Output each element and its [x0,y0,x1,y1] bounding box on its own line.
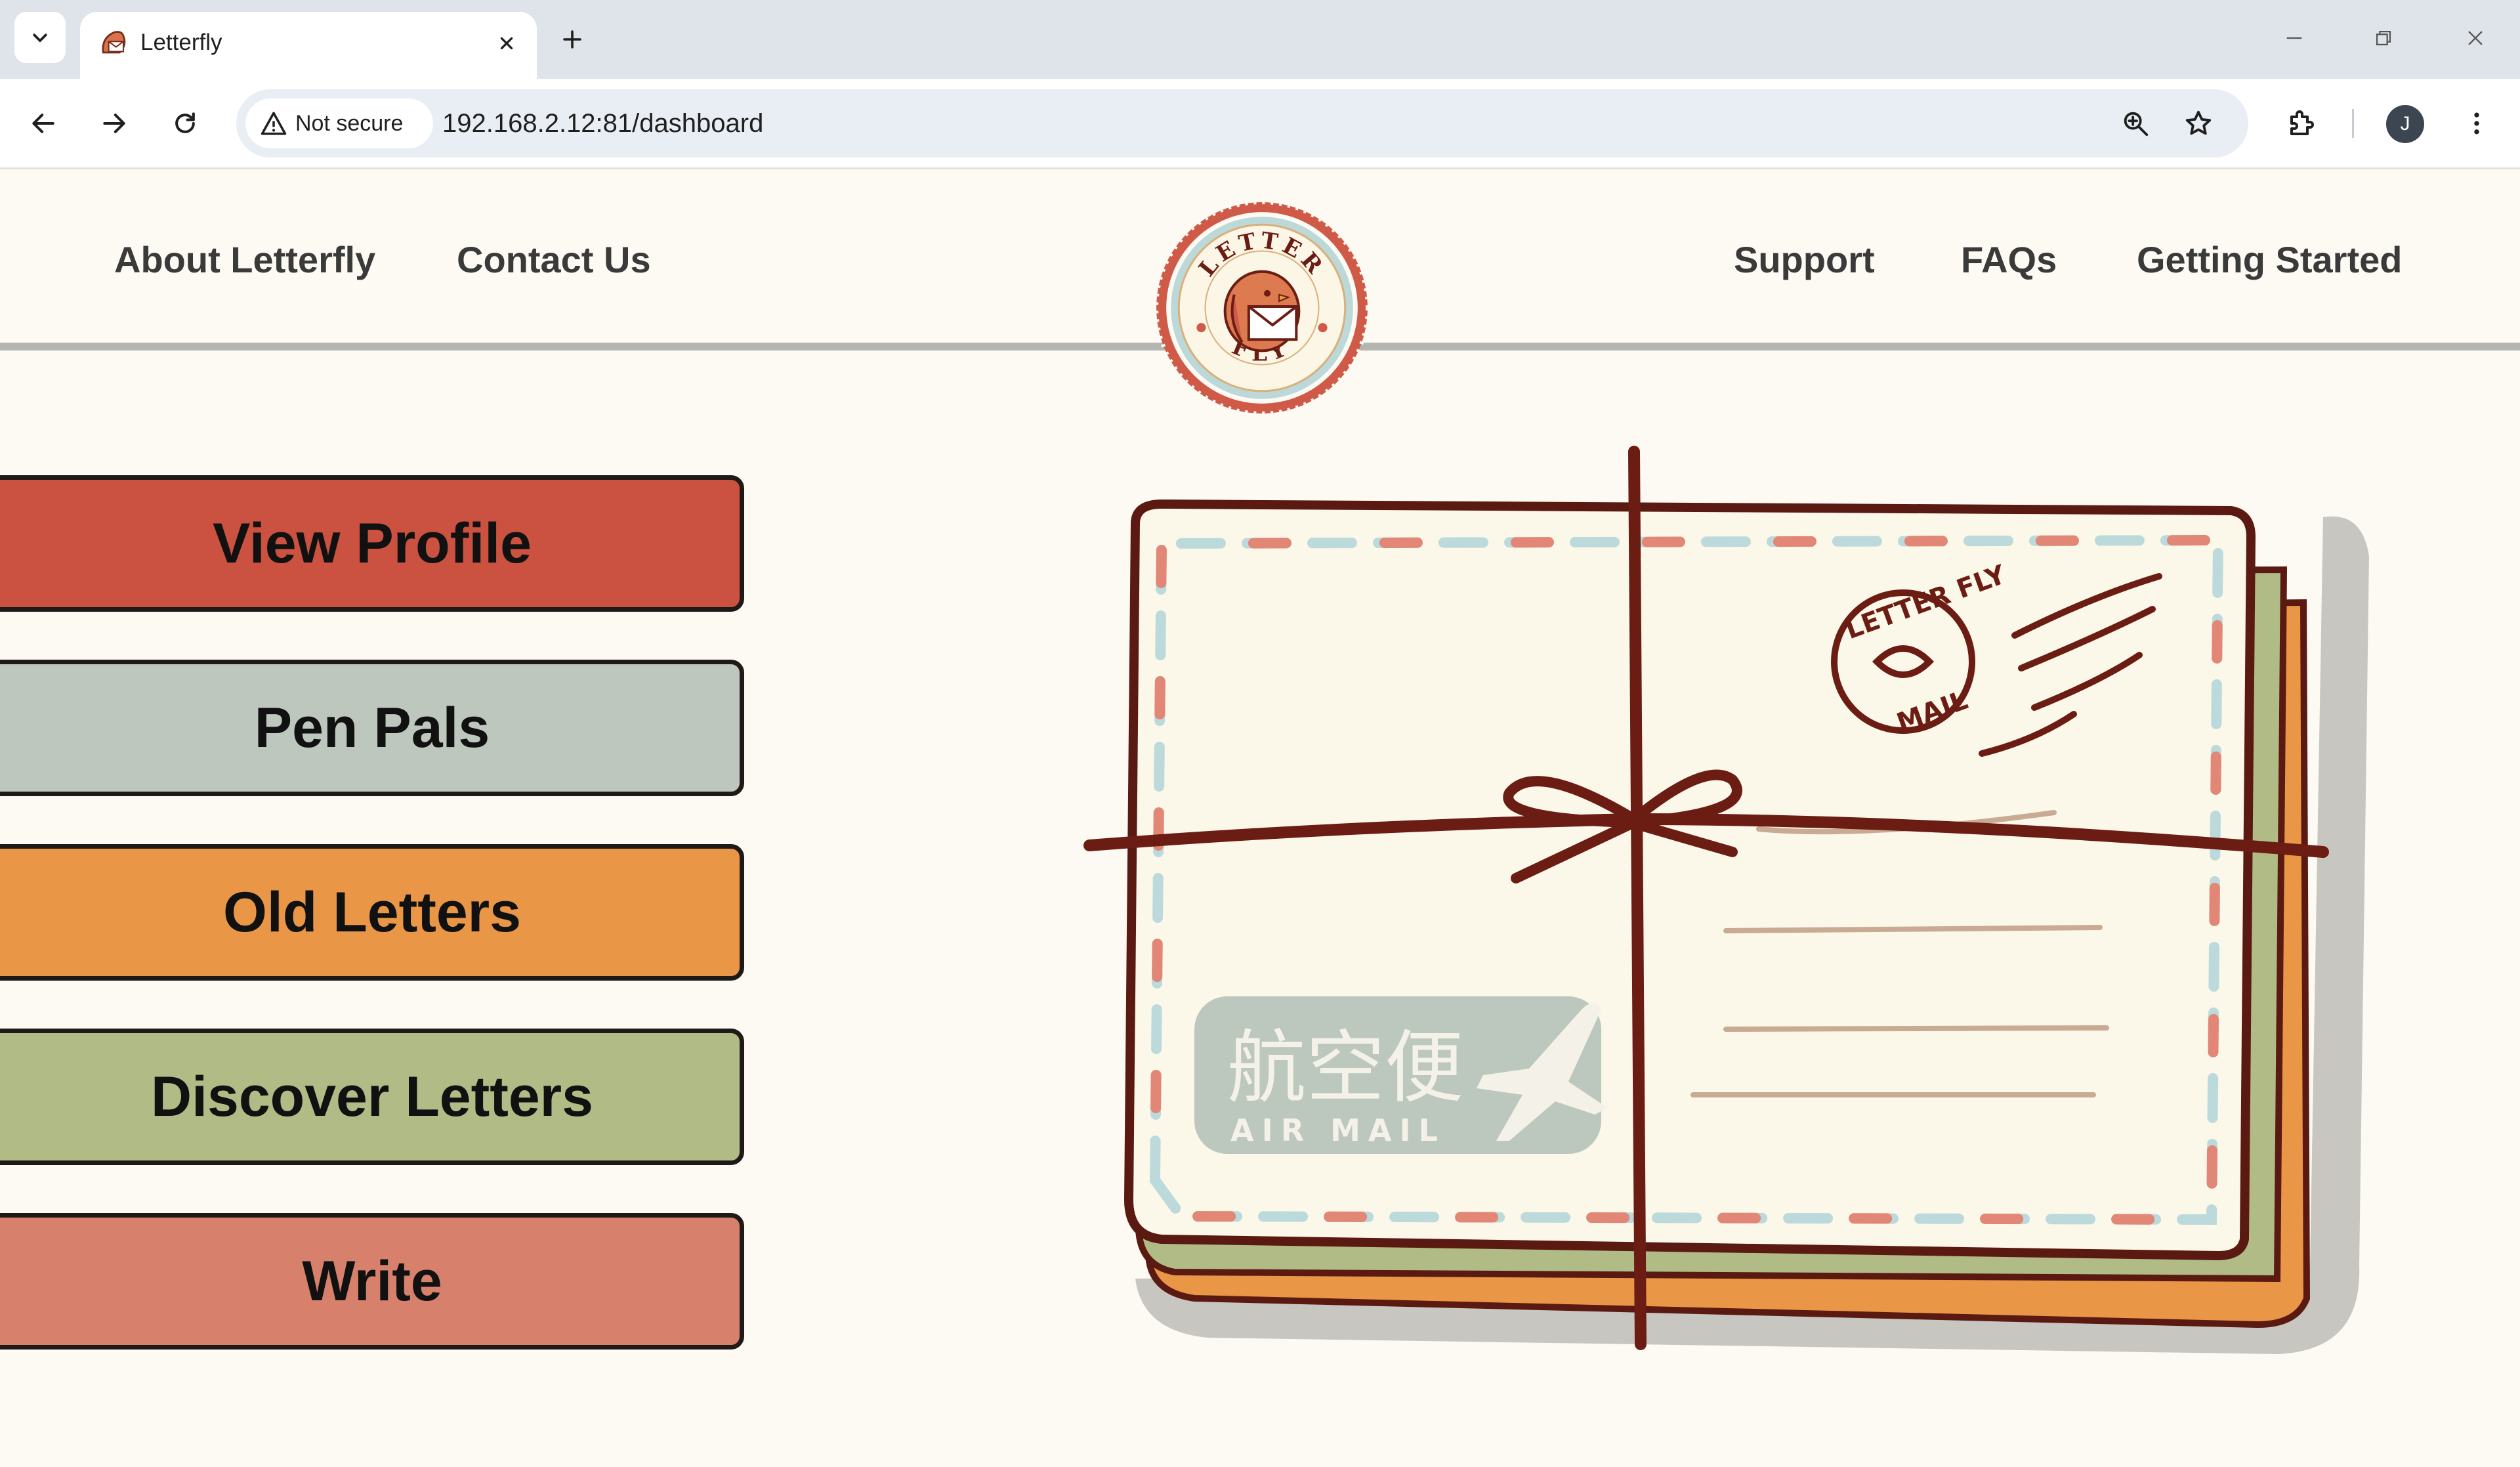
tab-close-button[interactable] [488,25,525,62]
pen-pals-button[interactable]: Pen Pals [0,660,744,796]
letters-bundle-illustration: LETTER FLY MAIL 航空便 AIR MAIL [1083,446,2369,1354]
nav-support-link[interactable]: Support [1734,234,1875,286]
browser-toolbar: Not secure 192.168.2.12:81/dashboard J [0,79,2520,169]
security-label: Not secure [295,110,404,136]
nav-faqs-link[interactable]: FAQs [1961,234,2057,286]
forward-button[interactable] [91,100,138,147]
restore-button[interactable] [2357,12,2410,64]
write-button[interactable]: Write [0,1213,744,1350]
extensions-button[interactable] [2276,98,2326,148]
restore-icon [2376,30,2391,46]
nav-about-link[interactable]: About Letterfly [114,234,375,286]
nav-contact-link[interactable]: Contact Us [457,234,651,286]
tab-title: Letterfly [140,30,222,55]
old-letters-button[interactable]: Old Letters [0,844,744,981]
bookmark-button[interactable] [2179,104,2218,143]
chevron-down-icon [33,33,47,43]
url-text[interactable]: 192.168.2.12:81/dashboard [442,106,763,140]
tab-search-button[interactable] [14,12,66,63]
minimize-icon [2286,37,2302,39]
close-window-button[interactable] [2449,12,2502,64]
nav-getting-started-link[interactable]: Getting Started [2137,234,2402,286]
address-bar[interactable]: Not secure 192.168.2.12:81/dashboard [236,89,2248,158]
letterfly-logo[interactable]: LETTER FLY [1150,196,1374,420]
zoom-button[interactable] [2116,104,2155,143]
toolbar-divider [2352,109,2354,138]
dashboard-page: About Letterfly Contact Us Support FAQs … [0,169,2520,1467]
warning-icon [261,112,287,135]
letterfly-favicon-icon [102,31,126,54]
svg-text:航空便: 航空便 [1227,1023,1463,1114]
discover-letters-button[interactable]: Discover Letters [0,1029,744,1165]
star-icon [2185,110,2212,135]
reload-icon [175,112,195,133]
back-button[interactable] [20,100,67,147]
view-profile-button[interactable]: View Profile [0,475,744,612]
close-icon [2468,31,2483,45]
arrow-right-icon [103,114,125,133]
more-vertical-icon [2474,112,2479,135]
zoom-in-icon [2124,112,2149,137]
plus-icon [563,30,581,49]
tab-strip: Letterfly [0,0,2520,79]
profile-avatar[interactable]: J [2386,105,2424,143]
reload-button[interactable] [161,100,209,147]
close-icon [500,37,513,50]
arrow-left-icon [32,114,54,133]
svg-text:AIR MAIL: AIR MAIL [1230,1113,1446,1148]
new-tab-button[interactable] [553,20,592,59]
browser-tab[interactable]: Letterfly [80,12,537,79]
minimize-button[interactable] [2268,12,2320,64]
puzzle-icon [2290,110,2314,135]
browser-menu-button[interactable] [2452,98,2502,148]
security-chip[interactable]: Not secure [245,98,433,148]
